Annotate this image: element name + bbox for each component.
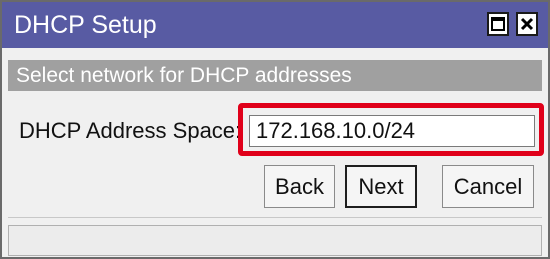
- divider: [8, 217, 542, 218]
- close-button[interactable]: [516, 12, 538, 36]
- next-button[interactable]: Next: [345, 165, 417, 208]
- address-space-input[interactable]: [249, 115, 535, 147]
- back-button[interactable]: Back: [264, 165, 335, 208]
- address-space-label: DHCP Address Space:: [19, 118, 242, 143]
- section-heading: Select network for DHCP addresses: [8, 60, 542, 91]
- maximize-button[interactable]: [487, 12, 509, 36]
- close-icon: [520, 17, 534, 31]
- cancel-button[interactable]: Cancel: [442, 165, 534, 208]
- window-title: DHCP Setup: [14, 11, 157, 39]
- title-bar[interactable]: DHCP Setup: [2, 2, 548, 48]
- maximize-icon: [491, 17, 505, 31]
- dhcp-setup-window: DHCP Setup Select network for DHCP addre…: [0, 0, 550, 259]
- status-bar: [8, 225, 542, 256]
